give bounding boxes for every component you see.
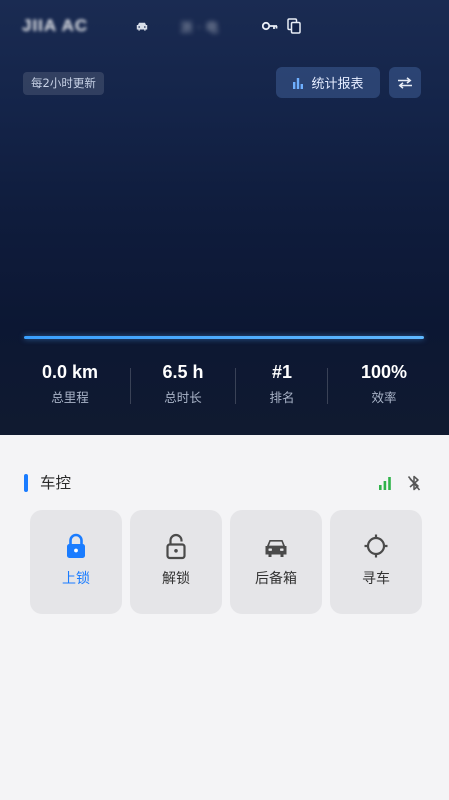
- chart-baseline: [24, 336, 424, 339]
- stat-divider: [327, 368, 328, 404]
- find-car-button[interactable]: 寻车: [330, 510, 422, 614]
- statistics-report-label: 统计报表: [311, 77, 364, 92]
- stat-divider: [130, 368, 131, 404]
- vehicle-control-header: 车控: [24, 472, 424, 496]
- stat-value: 100%: [360, 362, 408, 382]
- lock-label: 上锁: [62, 571, 90, 587]
- unlock-button[interactable]: 解锁: [130, 510, 222, 614]
- top-bar: JIIA AC 浙 · 电: [0, 0, 449, 40]
- statistics-report-button[interactable]: 统计报表: [276, 67, 380, 98]
- stat-divider: [235, 368, 236, 404]
- stat-value: 0.0 km: [41, 362, 99, 382]
- stat-value: 6.5 h: [162, 362, 204, 382]
- unlock-label: 解锁: [162, 571, 190, 587]
- section-title: 车控: [40, 474, 72, 492]
- section-accent-bar: [24, 474, 28, 492]
- key-icon[interactable]: [262, 21, 278, 31]
- car-icon: [136, 22, 148, 31]
- trunk-label: 后备箱: [255, 571, 297, 587]
- stat-label: 排名: [269, 390, 295, 405]
- signal-icon: [379, 477, 391, 490]
- car-name[interactable]: JIIA AC: [22, 16, 88, 36]
- find-car-label: 寻车: [362, 571, 390, 587]
- overview-panel: JIIA AC 浙 · 电 每2小时更新 统计报表 0.0 km 总里程 6.5…: [0, 0, 449, 435]
- stat-total-mileage: 0.0 km 总里程: [20, 360, 120, 410]
- stat-ranking: #1 排名: [240, 360, 324, 410]
- vehicle-control-card: 车控 上锁 解锁 后备箱 寻车: [0, 452, 449, 800]
- vehicle-control-buttons: 上锁 解锁 后备箱 寻车: [30, 510, 422, 614]
- stat-total-duration: 6.5 h 总时长: [133, 360, 233, 410]
- stat-efficiency: 100% 效率: [334, 360, 434, 410]
- bluetooth-off-icon[interactable]: [407, 474, 421, 492]
- stat-label: 总时长: [164, 390, 202, 405]
- copy-icon[interactable]: [287, 18, 301, 34]
- update-frequency-badge: 每2小时更新: [23, 72, 104, 95]
- car-front-icon: [265, 540, 287, 557]
- stat-value: #1: [271, 362, 293, 382]
- lock-button[interactable]: 上锁: [30, 510, 122, 614]
- lock-icon: [67, 533, 85, 558]
- bar-chart-icon: [293, 77, 304, 89]
- unlock-icon: [166, 533, 186, 560]
- locate-icon: [364, 534, 388, 558]
- stat-label: 总里程: [51, 390, 89, 405]
- stats-row: 0.0 km 总里程 6.5 h 总时长 #1 排名 100% 效率: [0, 360, 449, 420]
- stat-label: 效率: [371, 390, 397, 405]
- switch-button[interactable]: [389, 67, 421, 98]
- swap-icon: [398, 76, 412, 89]
- plate-number: 浙 · 电: [180, 21, 219, 36]
- trunk-button[interactable]: 后备箱: [230, 510, 322, 614]
